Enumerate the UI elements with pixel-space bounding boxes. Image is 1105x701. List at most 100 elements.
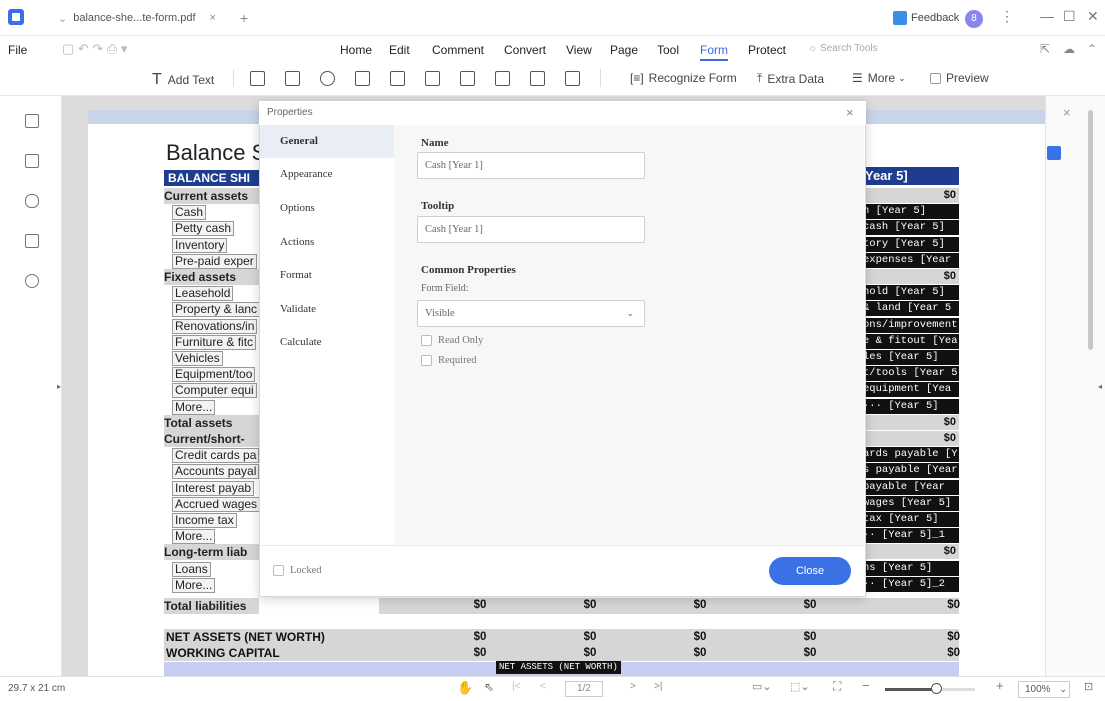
nav-options[interactable]: Options <box>260 192 394 225</box>
thumbnails-icon[interactable] <box>25 114 39 128</box>
name-field[interactable]: Cash [Year 1] <box>417 152 645 179</box>
form-field-cell[interactable]: ns [Year 5] <box>861 560 959 576</box>
locked-box[interactable] <box>273 565 284 576</box>
close-button[interactable]: Close <box>769 557 851 585</box>
form-field-cell[interactable]: hold [Year 5] <box>861 285 959 301</box>
row-label-text[interactable]: Interest payab <box>172 480 255 496</box>
form-field-cell[interactable]: equipment [Yea <box>861 382 959 398</box>
form-field-cell[interactable]: h [Year 5] <box>861 204 959 220</box>
list-box-tool[interactable] <box>390 71 405 86</box>
menu-view[interactable]: View <box>566 43 592 57</box>
form-field-cell[interactable]: cash [Year 5] <box>861 220 959 236</box>
search-tools-input[interactable]: ☼ Search Tools <box>808 43 878 54</box>
row-label-text[interactable]: Furniture & fitc <box>172 334 257 350</box>
hand-tool-icon[interactable]: ✋ <box>457 680 473 696</box>
nav-general[interactable]: General <box>260 125 394 158</box>
row-label-text[interactable]: Pre-paid exper <box>172 253 257 269</box>
vertical-scrollbar[interactable] <box>1088 110 1093 350</box>
net-assets-form-field[interactable]: NET ASSETS (NET WORTH) <box>496 661 621 674</box>
share-icon[interactable]: ⇱ <box>1040 42 1050 56</box>
row-label-text[interactable]: Renovations/in <box>172 318 258 334</box>
tooltip-field[interactable]: Cash [Year 1] <box>417 216 645 243</box>
search-icon[interactable] <box>25 274 39 288</box>
chevron-down-icon[interactable]: ⌄ <box>58 12 67 25</box>
form-field-cell[interactable]: e & fitout [Yea <box>861 333 959 349</box>
collapse-ribbon-icon[interactable]: ⌃ <box>1087 42 1097 56</box>
form-field-cell[interactable]: expenses [Year <box>861 252 959 268</box>
row-label-text[interactable]: More... <box>172 399 216 415</box>
menu-tool[interactable]: Tool <box>657 43 679 57</box>
required-box[interactable] <box>421 355 432 366</box>
preview-toggle[interactable]: Preview <box>930 71 989 85</box>
expand-sidebar-icon[interactable]: ▸ <box>57 382 61 391</box>
minimize-button[interactable]: — <box>1040 8 1054 24</box>
date-field-tool[interactable] <box>495 71 510 86</box>
row-label-text[interactable]: Accrued wages <box>172 496 259 512</box>
menu-form[interactable]: Form <box>700 43 728 61</box>
nav-actions[interactable]: Actions <box>260 226 394 259</box>
nav-format[interactable]: Format <box>260 259 394 292</box>
form-field-cell[interactable]: ons/improvement <box>861 317 959 333</box>
read-only-box[interactable] <box>421 335 432 346</box>
image-field-tool[interactable] <box>460 71 475 86</box>
comment-icon[interactable] <box>25 194 39 208</box>
form-field-cell[interactable]: & land [Year 5 <box>861 301 959 317</box>
cloud-icon[interactable]: ☁ <box>1063 42 1075 56</box>
next-page-icon[interactable]: > <box>630 681 636 692</box>
form-field-cell[interactable]: t/tools [Year 5 <box>861 366 959 382</box>
row-label-text[interactable]: Income tax <box>172 513 237 528</box>
bookmark-icon[interactable] <box>25 154 39 168</box>
form-panel-icon[interactable] <box>1047 146 1061 160</box>
form-field-cell[interactable]: tax [Year 5] <box>861 512 959 527</box>
row-label-text[interactable]: Inventory <box>172 237 228 253</box>
nav-calculate[interactable]: Calculate <box>260 326 394 359</box>
row-label-text[interactable]: Credit cards pa <box>172 448 259 464</box>
feedback-button[interactable]: Feedback <box>893 11 959 25</box>
close-window-button[interactable]: ✕ <box>1087 8 1099 25</box>
zoom-slider-handle[interactable] <box>931 683 942 694</box>
row-label-text[interactable]: Computer equi <box>172 383 257 399</box>
nav-validate[interactable]: Validate <box>260 293 394 326</box>
signature-field-tool[interactable] <box>530 71 545 86</box>
preview-checkbox[interactable] <box>930 72 941 84</box>
zoom-level-select[interactable]: 100% ⌄ <box>1018 681 1070 698</box>
row-label-text[interactable]: More... <box>172 577 216 593</box>
row-label-text[interactable]: Equipment/too <box>172 367 256 383</box>
more-options-button[interactable]: ⋮ <box>1000 8 1014 25</box>
nav-appearance[interactable]: Appearance <box>260 158 394 191</box>
close-panel-icon[interactable]: × <box>1063 105 1071 120</box>
form-field-cell[interactable]: ards payable [Y <box>861 447 959 463</box>
document-tab[interactable]: ⌄ balance-she...te-form.pdf × <box>58 0 228 36</box>
zoom-out-icon[interactable]: − <box>862 678 870 693</box>
prev-page-icon[interactable]: < <box>540 681 546 692</box>
last-page-icon[interactable]: >| <box>654 681 662 692</box>
form-field-cell[interactable]: tory [Year 5] <box>861 236 959 252</box>
first-page-icon[interactable]: |< <box>512 681 520 692</box>
form-field-cell[interactable]: s payable [Year <box>861 463 959 479</box>
checkbox-tool[interactable] <box>285 71 300 86</box>
maximize-button[interactable]: ☐ <box>1063 8 1076 25</box>
avatar[interactable]: 8 <box>965 10 983 28</box>
collapse-right-icon[interactable]: ◂ <box>1098 382 1102 391</box>
read-only-checkbox[interactable]: Read Only <box>421 335 483 346</box>
row-label-text[interactable]: Loans <box>172 561 211 577</box>
form-field-cell[interactable]: payable [Year <box>861 479 959 495</box>
radio-button-tool[interactable] <box>320 71 335 86</box>
locked-checkbox[interactable]: Locked <box>273 565 322 576</box>
recognize-form-button[interactable]: [≡] Recognize Form <box>630 71 737 85</box>
menu-file[interactable]: File <box>8 43 27 57</box>
extra-data-button[interactable]: ⤒ Extra Data <box>757 71 824 86</box>
add-text-button[interactable]: T Add Text <box>152 71 214 89</box>
page-number-input[interactable]: 1/2 <box>565 681 603 697</box>
menu-protect[interactable]: Protect <box>748 43 786 57</box>
row-label-text[interactable]: Vehicles <box>172 351 223 366</box>
menu-home[interactable]: Home <box>340 43 372 57</box>
row-label-text[interactable]: Accounts payal <box>172 464 259 480</box>
form-field-select[interactable]: Visible ⌄ <box>417 300 645 327</box>
zoom-in-icon[interactable]: + <box>996 678 1004 693</box>
menu-page[interactable]: Page <box>610 43 638 57</box>
form-field-cell[interactable]: wages [Year 5] <box>861 495 959 511</box>
select-tool-icon[interactable]: ⇖ <box>484 680 494 694</box>
menu-convert[interactable]: Convert <box>504 43 546 57</box>
row-label-text[interactable]: Petty cash <box>172 221 235 237</box>
